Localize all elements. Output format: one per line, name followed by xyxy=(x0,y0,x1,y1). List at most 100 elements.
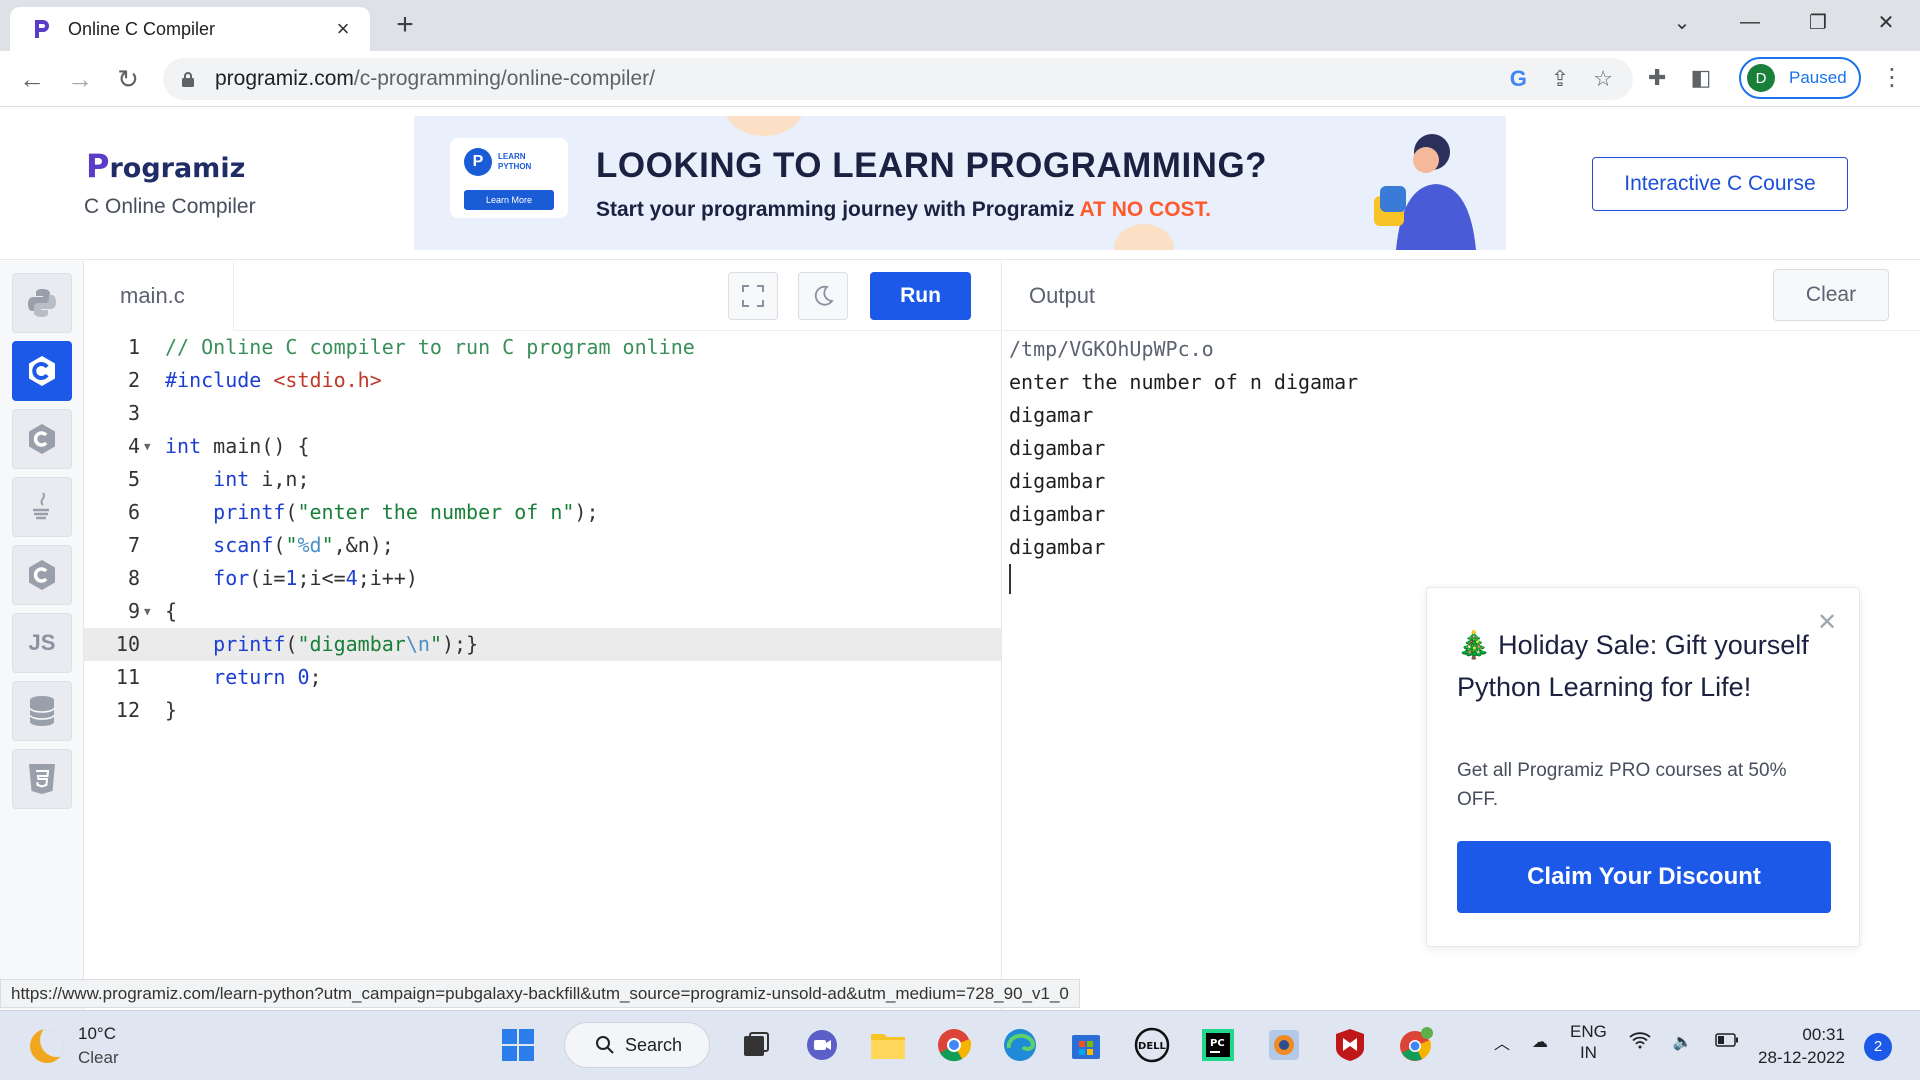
profile-button[interactable]: D Paused xyxy=(1739,57,1861,99)
mcafee-icon[interactable] xyxy=(1330,1022,1370,1068)
sql-language-button[interactable] xyxy=(12,681,72,741)
link-preview-status: https://www.programiz.com/learn-python?u… xyxy=(0,979,1080,1008)
lock-icon xyxy=(182,72,194,87)
volume-icon[interactable]: 🔈 xyxy=(1673,1032,1693,1052)
forward-icon[interactable]: → xyxy=(64,63,96,95)
tab-title: Online C Compiler xyxy=(68,18,216,39)
chrome-profile-icon[interactable] xyxy=(1396,1022,1436,1068)
banner-card: P LEARN PYTHON Learn More xyxy=(450,138,568,218)
pycharm-icon[interactable]: PC xyxy=(1198,1022,1238,1068)
popup-title: 🎄 Holiday Sale: Gift yourself Python Lea… xyxy=(1457,630,1809,702)
notification-badge[interactable]: 2 xyxy=(1864,1033,1892,1061)
banner-badge: LEARN PYTHON xyxy=(498,152,532,171)
c-language-button[interactable] xyxy=(12,341,72,401)
code-line: 5 int i,n; xyxy=(127,467,310,491)
teams-chat-icon[interactable] xyxy=(802,1022,842,1068)
bookmark-star-icon[interactable]: ☆ xyxy=(1593,66,1613,92)
programiz-logo[interactable]: Programiz xyxy=(86,147,245,185)
input-language[interactable]: ENG IN xyxy=(1570,1021,1607,1063)
wifi-icon[interactable] xyxy=(1629,1031,1651,1054)
onedrive-cloud-icon[interactable]: ☁ xyxy=(1532,1032,1548,1052)
input-caret xyxy=(1009,564,1011,594)
html5-icon xyxy=(29,764,55,794)
microsoft-store-icon[interactable] xyxy=(1066,1022,1106,1068)
code-line: 4 ▼ int main() { xyxy=(84,430,1001,463)
chrome-icon[interactable] xyxy=(934,1022,974,1068)
banner-logo-icon: P xyxy=(464,148,492,176)
cpp-icon xyxy=(29,424,55,454)
address-bar[interactable]: programiz.com/c-programming/online-compi… xyxy=(163,58,1633,100)
taskbar-search[interactable]: Search xyxy=(564,1022,710,1068)
code-area[interactable]: 1// Online C compiler to run C program o… xyxy=(84,331,1001,727)
search-label: Search xyxy=(625,1034,683,1055)
photo-app-icon[interactable] xyxy=(1264,1022,1304,1068)
dell-icon[interactable]: DELL xyxy=(1132,1022,1172,1068)
minimize-icon[interactable]: — xyxy=(1716,0,1784,44)
clear-button[interactable]: Clear xyxy=(1773,269,1889,321)
file-explorer-icon[interactable] xyxy=(868,1022,908,1068)
close-popup-icon[interactable]: ✕ xyxy=(1817,608,1837,637)
url-text: programiz.com/c-programming/online-compi… xyxy=(215,67,655,90)
c-language-icon xyxy=(29,356,55,386)
banner-decoration xyxy=(1114,224,1174,250)
close-tab-icon[interactable]: × xyxy=(330,16,356,42)
new-tab-icon[interactable]: + xyxy=(390,10,420,40)
system-clock[interactable]: 00:31 28-12-2022 xyxy=(1758,1023,1845,1069)
dark-mode-button[interactable] xyxy=(798,272,848,320)
csharp-language-button[interactable] xyxy=(12,545,72,605)
fullscreen-button[interactable] xyxy=(728,272,778,320)
code-line: 8 for(i=1;i<=4;i++) xyxy=(127,566,418,590)
weather-condition: Clear xyxy=(78,1048,119,1067)
java-language-button[interactable] xyxy=(12,477,72,537)
clock-date: 28-12-2022 xyxy=(1758,1048,1845,1067)
ad-banner[interactable]: P LEARN PYTHON Learn More LOOKING TO LEAR… xyxy=(414,116,1506,250)
taskbar: 10°C Clear Search DELL PC ︿ ☁ ENG IN 🔈 0… xyxy=(0,1010,1920,1080)
code-line-current: 10 printf("digambar\n");} xyxy=(84,628,1001,661)
code-line: 11 return 0; xyxy=(115,665,322,689)
restore-icon[interactable]: ❐ xyxy=(1784,0,1852,44)
share-icon[interactable]: ⇪ xyxy=(1551,66,1569,92)
weather-widget[interactable]: 10°C Clear xyxy=(30,1022,119,1070)
python-language-button[interactable] xyxy=(12,273,72,333)
interactive-course-button[interactable]: Interactive C Course xyxy=(1592,157,1848,211)
output-line: /tmp/VGKOhUpWPc.o xyxy=(1009,337,1214,361)
cpp-language-button[interactable] xyxy=(12,409,72,469)
run-button[interactable]: Run xyxy=(870,272,971,320)
moon-weather-icon xyxy=(30,1029,64,1063)
reload-icon[interactable]: ↻ xyxy=(112,63,144,95)
code-line: 2 #include <stdio.h> xyxy=(127,368,382,392)
fold-arrow-icon[interactable]: ▼ xyxy=(144,430,151,463)
output-line: digambar xyxy=(1009,436,1106,460)
learn-more-button[interactable]: Learn More xyxy=(464,190,554,210)
code-line: 9 ▼{ xyxy=(84,595,1001,628)
google-icon[interactable]: G xyxy=(1510,66,1527,92)
browser-menu-icon[interactable]: ⋮ xyxy=(1880,63,1904,92)
csharp-icon xyxy=(29,560,55,590)
show-hidden-icons-icon[interactable]: ︿ xyxy=(1494,1030,1510,1054)
close-window-icon[interactable]: ✕ xyxy=(1852,0,1920,44)
claim-discount-button[interactable]: Claim Your Discount xyxy=(1457,841,1831,913)
side-panel-icon[interactable]: ◧ xyxy=(1690,65,1711,91)
profile-status: Paused xyxy=(1789,68,1847,87)
task-view-icon[interactable] xyxy=(736,1022,776,1068)
fold-arrow-icon[interactable]: ▼ xyxy=(144,595,151,628)
system-tray: ︿ ☁ ENG IN 🔈 xyxy=(1494,1021,1739,1063)
file-tab[interactable]: main.c xyxy=(84,261,234,331)
html-language-button[interactable] xyxy=(12,749,72,809)
windows-start-icon[interactable] xyxy=(498,1022,538,1068)
battery-icon[interactable] xyxy=(1715,1032,1739,1052)
back-icon[interactable]: ← xyxy=(16,63,48,95)
output-line: digambar xyxy=(1009,469,1106,493)
output-label: Output xyxy=(1029,283,1096,308)
output-console[interactable]: /tmp/VGKOhUpWPc.o enter the number of n … xyxy=(1009,333,1358,564)
browser-tab[interactable]: Online C Compiler × xyxy=(10,7,370,51)
tab-search-icon[interactable]: ⌄ xyxy=(1648,0,1716,44)
holiday-sale-popup: ✕ 🎄 Holiday Sale: Gift yourself Python L… xyxy=(1426,587,1860,947)
edge-icon[interactable] xyxy=(1000,1022,1040,1068)
clock-time: 00:31 xyxy=(1802,1025,1845,1044)
extensions-puzzle-icon[interactable]: ✚ xyxy=(1648,65,1666,91)
banner-headline: LOOKING TO LEARN PROGRAMMING? xyxy=(596,146,1268,185)
js-language-button[interactable]: JS xyxy=(12,613,72,673)
language-sidebar: JS xyxy=(0,261,84,1010)
svg-text:DELL: DELL xyxy=(1138,1041,1167,1052)
